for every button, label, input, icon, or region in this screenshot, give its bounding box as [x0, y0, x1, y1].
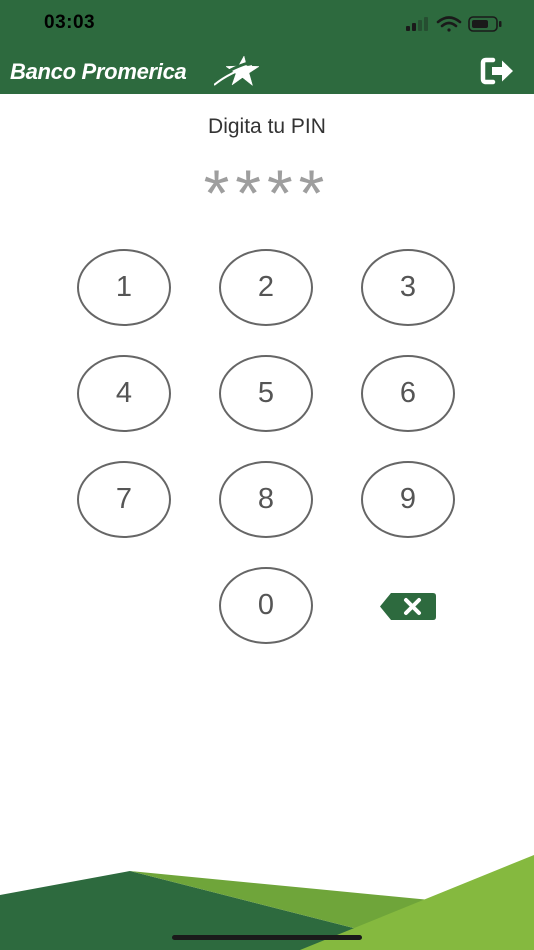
cellular-signal-icon: [406, 17, 428, 31]
key-3[interactable]: 3: [361, 249, 455, 326]
status-bar: 03:03: [0, 0, 534, 48]
key-2[interactable]: 2: [219, 249, 313, 326]
key-1[interactable]: 1: [77, 249, 171, 326]
backspace-icon[interactable]: [379, 592, 437, 621]
pin-mask: ****: [203, 156, 331, 230]
status-icons: [406, 16, 502, 32]
key-6[interactable]: 6: [361, 355, 455, 432]
star-logo-icon: [214, 55, 260, 87]
home-indicator: [172, 935, 362, 940]
brand-name: Banco Promerica: [10, 59, 187, 84]
key-5[interactable]: 5: [219, 355, 313, 432]
pin-title: Digita tu PIN: [208, 115, 326, 138]
key-0[interactable]: 0: [219, 567, 313, 644]
key-8[interactable]: 8: [219, 461, 313, 538]
wifi-icon: [436, 16, 462, 32]
key-7[interactable]: 7: [77, 461, 171, 538]
battery-icon: [468, 16, 502, 32]
app-header: Banco Promerica: [0, 48, 534, 94]
status-time: 03:03: [44, 12, 96, 33]
key-4[interactable]: 4: [77, 355, 171, 432]
key-9[interactable]: 9: [361, 461, 455, 538]
logout-icon[interactable]: [480, 56, 516, 86]
